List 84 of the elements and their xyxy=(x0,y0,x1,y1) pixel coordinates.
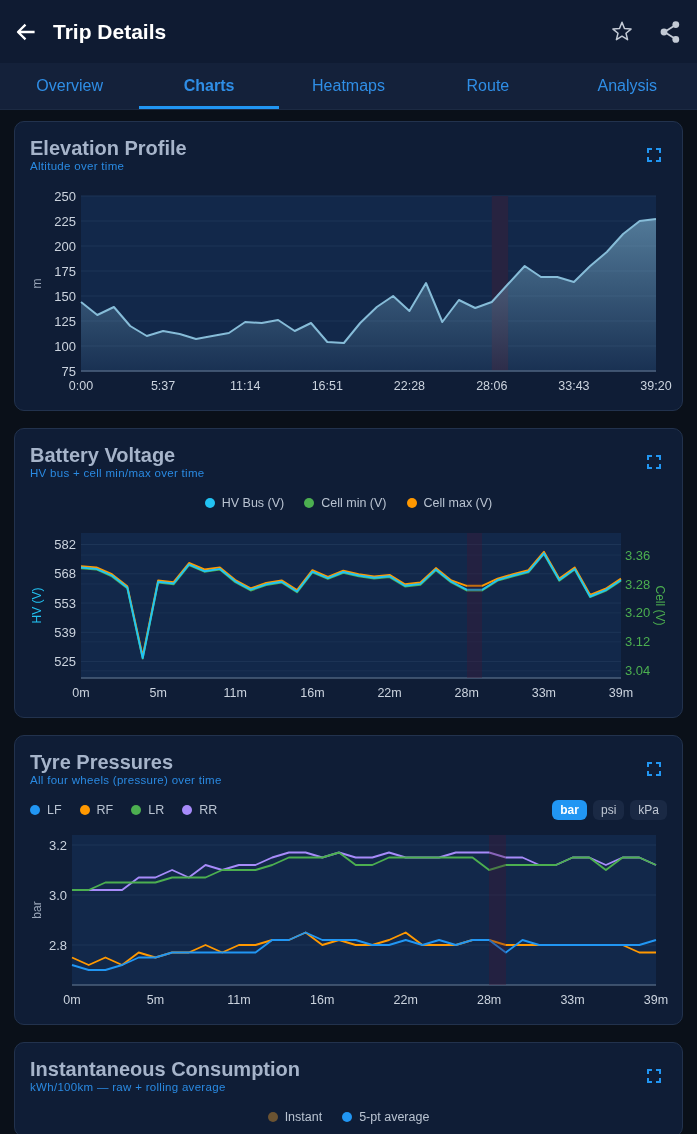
axis-tick-label: 3.04 xyxy=(625,663,651,679)
axis-tick-label: 150 xyxy=(54,288,76,304)
axis-tick-label: 33:43 xyxy=(558,379,590,393)
axis-tick-label: 553 xyxy=(54,595,76,611)
legend-label: RF xyxy=(96,803,114,817)
line-series xyxy=(71,851,657,891)
axis-tick-label: 11m xyxy=(223,686,247,700)
axis-tick-label: 539 xyxy=(54,624,76,640)
axis-tick-label: 39m xyxy=(643,993,669,1007)
tab[interactable]: Heatmaps xyxy=(278,63,419,109)
tab[interactable]: Analysis xyxy=(557,63,697,109)
axis-tick-label: 525 xyxy=(54,654,76,670)
card-subtitle: HV bus + cell min/max over time xyxy=(30,466,206,480)
axis-tick-label: 5:37 xyxy=(150,379,176,393)
axis-tick-label: 175 xyxy=(54,263,76,279)
axis-tick-label: 28m xyxy=(454,686,479,700)
card-title: Tyre Pressures xyxy=(30,751,175,773)
axis-tick-label: 5m xyxy=(146,993,165,1007)
axis-tick-label: 11:14 xyxy=(230,379,261,393)
card-title: Instantaneous Consumption xyxy=(30,1058,301,1080)
share-icon xyxy=(660,20,680,43)
unit-toggle[interactable]: bar xyxy=(552,800,587,820)
card-subtitle: All four wheels (pressure) over time xyxy=(30,773,223,787)
axis-title: HV (V) xyxy=(30,587,45,624)
share-button[interactable] xyxy=(658,18,682,45)
axis-tick-label: 250 xyxy=(54,188,76,204)
axis-tick-label: 16:51 xyxy=(311,379,343,393)
card-title: Elevation Profile xyxy=(30,137,188,159)
axis-tick-label: 568 xyxy=(54,566,76,582)
legend-label: Cell max (V) xyxy=(423,496,493,510)
tab[interactable]: Charts xyxy=(139,63,279,109)
axis-tick-label: 11m xyxy=(227,993,251,1007)
axis-tick-label: 5m xyxy=(149,686,167,700)
legend-label: 5-pt average xyxy=(359,1110,430,1124)
axis-tick-label: 0:00 xyxy=(68,379,94,393)
axis-title: m xyxy=(30,278,45,289)
axis-tick-label: 3.0 xyxy=(48,887,67,903)
axis-tick-label: 22:28 xyxy=(393,379,426,393)
legend-label: Instant xyxy=(284,1110,323,1124)
axis-tick-label: 28m xyxy=(477,993,502,1007)
axis-title: Cell (V) xyxy=(652,585,667,626)
axis-tick-label: 225 xyxy=(54,213,76,229)
unit-toggle[interactable]: psi xyxy=(592,800,625,820)
fullscreen-icon xyxy=(647,455,661,469)
axis-tick-label: 22m xyxy=(377,686,402,700)
legend-label: LF xyxy=(47,803,62,817)
tab[interactable]: Overview xyxy=(0,63,140,109)
axis-tick-label: 2.8 xyxy=(48,937,67,953)
axis-tick-label: 100 xyxy=(54,338,76,354)
unit-toggle[interactable]: kPa xyxy=(630,800,667,820)
card-subtitle: Altitude over time xyxy=(30,159,126,173)
axis-tick-label: 33m xyxy=(531,686,556,700)
axis-tick-label: 0m xyxy=(72,686,90,700)
card-title: Battery Voltage xyxy=(30,444,177,466)
fullscreen-icon xyxy=(647,148,661,162)
axis-tick-label: 125 xyxy=(54,313,76,329)
legend-label: LR xyxy=(148,803,165,817)
legend-label: Cell min (V) xyxy=(321,496,387,510)
axis-tick-label: 16m xyxy=(310,993,335,1007)
axis-tick-label: 3.36 xyxy=(625,547,651,563)
axis-tick-label: 200 xyxy=(54,238,76,254)
axis-tick-label: 3.12 xyxy=(625,634,651,650)
axis-tick-label: 16m xyxy=(300,686,325,700)
legend-label: RR xyxy=(199,803,218,817)
screen-title: Trip Details xyxy=(53,19,168,44)
axis-tick-label: 39:20 xyxy=(640,379,672,393)
tab[interactable]: Route xyxy=(418,63,558,109)
axis-title: bar xyxy=(30,901,45,919)
axis-tick-label: 33m xyxy=(560,993,585,1007)
fullscreen-icon xyxy=(647,1069,661,1083)
axis-tick-label: 3.20 xyxy=(625,605,651,621)
axis-tick-label: 3.2 xyxy=(48,837,67,853)
axis-tick-label: 39m xyxy=(608,686,634,700)
axis-tick-label: 0m xyxy=(63,993,81,1007)
legend-label: HV Bus (V) xyxy=(221,496,285,510)
star-icon xyxy=(611,21,633,42)
axis-tick-label: 28:06 xyxy=(476,379,508,393)
axis-tick-label: 582 xyxy=(54,537,76,553)
card-subtitle: kWh/100km — raw + rolling average xyxy=(30,1080,227,1094)
axis-tick-label: 75 xyxy=(61,363,76,379)
axis-tick-label: 3.28 xyxy=(625,576,651,592)
axis-tick-label: 22m xyxy=(393,993,418,1007)
fullscreen-icon xyxy=(647,762,661,776)
back-arrow-icon xyxy=(16,22,36,41)
